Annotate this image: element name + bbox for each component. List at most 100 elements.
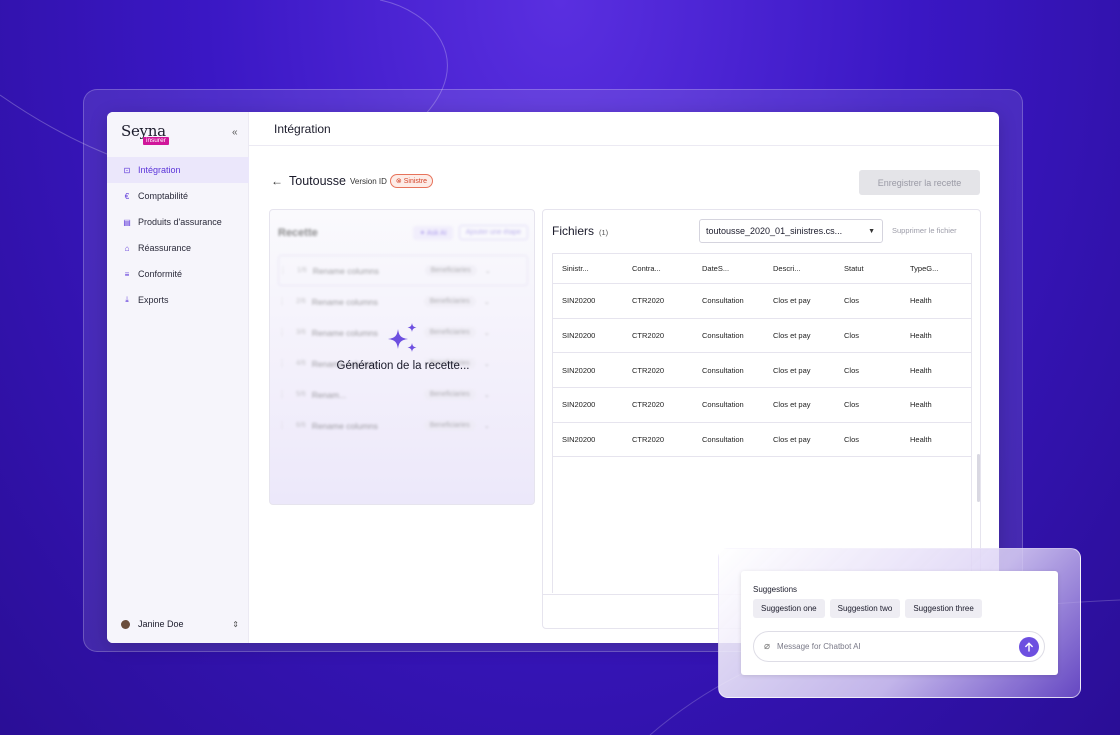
caret-down-icon: ▼ [868, 227, 875, 235]
chevron-down-icon[interactable]: ⌄ [484, 391, 490, 399]
table-cell: Clos [844, 296, 860, 306]
step-tag: Beneficiaries [423, 296, 476, 307]
sidebar-item-label: Conformité [138, 269, 183, 279]
download-icon: ⤓ [125, 295, 129, 304]
sidebar-item-produits[interactable]: ▤ Produits d'assurance [107, 209, 249, 235]
collapse-sidebar-icon[interactable]: « [232, 127, 238, 138]
chevron-down-icon[interactable]: ⌄ [484, 298, 490, 306]
suggestion-chip[interactable]: Suggestion three [905, 599, 982, 618]
page-header: Intégration [249, 112, 999, 146]
table-cell: CTR2020 [632, 400, 665, 410]
save-recipe-button[interactable]: Enregistrer la recette [859, 170, 980, 195]
chevron-down-icon[interactable]: ⌄ [484, 422, 490, 430]
drag-handle-icon[interactable]: ⋮ [278, 421, 286, 430]
table-cell: CTR2020 [632, 331, 665, 341]
version-label: Version ID [349, 176, 387, 186]
user-menu[interactable]: Janine Doe ⇕ [121, 619, 239, 629]
step-number: 2/6 [296, 298, 306, 305]
send-button[interactable] [1019, 636, 1039, 657]
recette-title: Recette [278, 226, 318, 239]
recipe-step[interactable]: ⋮ 1/6 Rename columns Beneficiaries ⌄ [278, 255, 528, 286]
table-header-row: Sinistr... Contra... DateS... Descri... … [553, 254, 971, 284]
recipe-step[interactable]: ⋮ 5/6 Renam... Beneficiaries ⌄ [278, 379, 528, 410]
step-number: 6/6 [296, 422, 306, 429]
table-cell: CTR2020 [632, 296, 665, 306]
sparkle-icon: ✦ [419, 229, 426, 237]
paperclip-icon[interactable]: ⌀ [764, 641, 770, 652]
add-step-button[interactable]: Ajouter une étape [458, 225, 528, 240]
bank-icon: ⌂ [124, 243, 130, 253]
sidebar-item-comptabilite[interactable]: € Comptabilité [107, 183, 249, 209]
chevron-down-icon[interactable]: ⌄ [485, 267, 491, 275]
table-cell: SIN20200 [562, 296, 596, 306]
step-tag: Beneficiaries [423, 420, 476, 431]
table-cell: Consultation [702, 435, 744, 445]
column-header[interactable]: Sinistr... [553, 264, 623, 273]
chevron-updown-icon: ⇕ [232, 619, 239, 629]
table-cell: Clos [844, 331, 860, 341]
table-cell: Health [910, 296, 932, 306]
sidebar-item-reassurance[interactable]: ⌂ Réassurance [107, 235, 249, 261]
data-table: Sinistr... Contra... DateS... Descri... … [552, 253, 980, 593]
step-number: 5/6 [296, 391, 306, 398]
step-tag: Beneficiaries [424, 265, 477, 276]
page-title: Toutousse [289, 174, 346, 188]
check-list-icon: ≡ [124, 269, 130, 279]
sidebar-item-label: Réassurance [138, 243, 192, 253]
drag-handle-icon[interactable]: ⋮ [279, 266, 287, 275]
table-cell: SIN20200 [562, 365, 596, 375]
table-cell: Clos [844, 400, 860, 410]
sidebar-nav: ⊡ Intégration € Comptabilité ▤ Produits … [107, 157, 249, 313]
table-cell: CTR2020 [632, 365, 665, 375]
step-label: Rename columns [311, 296, 378, 307]
table-scrollbar[interactable] [977, 454, 980, 502]
sidebar-item-label: Comptabilité [138, 191, 189, 201]
column-header[interactable]: Statut [835, 264, 901, 273]
euro-icon: € [124, 191, 130, 201]
table-cell: Clos [844, 435, 860, 445]
column-header[interactable]: DateS... [693, 264, 764, 273]
recipe-step[interactable]: ⋮ 6/6 Rename columns Beneficiaries ⌄ [278, 410, 528, 441]
files-header: Fichiers (1) [552, 224, 608, 238]
sidebar: Seyna insurer « ⊡ Intégration € Comptabi… [107, 112, 249, 643]
recipe-step[interactable]: ⋮ 2/6 Rename columns Beneficiaries ⌄ [278, 286, 528, 317]
back-arrow-icon[interactable]: ← [271, 174, 283, 188]
table-cell: Health [910, 331, 932, 341]
suggestions-title: Suggestions [753, 585, 798, 594]
table-cell: Clos et pay [773, 400, 811, 410]
ask-ai-label: Ask AI [426, 229, 447, 237]
sidebar-item-label: Produits d'assurance [138, 217, 222, 227]
step-tag: Beneficiaries [423, 389, 476, 400]
table-row: SIN20200 CTR2020 Consultation Clos et pa… [553, 423, 971, 458]
table-cell: Clos [844, 365, 860, 375]
table-cell: Consultation [702, 331, 744, 341]
sidebar-item-conformite[interactable]: ≡ Conformité [107, 261, 249, 287]
step-label: Renam... [311, 389, 347, 400]
sidebar-item-exports[interactable]: ⤓ Exports [107, 287, 249, 313]
column-header[interactable]: Contra... [623, 264, 693, 273]
files-count: (1) [599, 228, 609, 237]
sidebar-item-label: Intégration [138, 165, 181, 175]
suggestions-list: Suggestion one Suggestion two Suggestion… [753, 599, 987, 618]
file-select[interactable]: toutousse_2020_01_sinistres.cs... ▼ [699, 219, 883, 243]
table-row: SIN20200 CTR2020 Consultation Clos et pa… [553, 319, 971, 354]
status-badge: ⊗ Sinistre [389, 174, 434, 188]
recette-header: Recette ✦ Ask AI Ajouter une étape [278, 225, 528, 240]
table-cell: Clos et pay [773, 365, 811, 375]
message-input[interactable]: ⌀ Message for Chatbot AI [753, 631, 1045, 662]
suggestion-chip[interactable]: Suggestion two [829, 599, 901, 618]
column-header[interactable]: Descri... [764, 264, 835, 273]
drag-handle-icon[interactable]: ⋮ [278, 297, 286, 306]
table-cell: Clos et pay [773, 331, 811, 341]
delete-file-button[interactable]: Supprimer le fichier [892, 226, 957, 235]
step-label: Rename columns [312, 265, 379, 276]
sidebar-item-label: Exports [138, 295, 169, 305]
column-header[interactable]: TypeG... [901, 264, 971, 273]
drag-handle-icon[interactable]: ⋮ [278, 390, 286, 399]
logo-badge: insurer [143, 137, 169, 145]
ask-ai-button[interactable]: ✦ Ask AI [413, 225, 453, 240]
table-cell: Health [910, 435, 932, 445]
table-cell: Health [910, 365, 932, 375]
sidebar-item-integration[interactable]: ⊡ Intégration [107, 157, 249, 183]
suggestion-chip[interactable]: Suggestion one [753, 599, 825, 618]
